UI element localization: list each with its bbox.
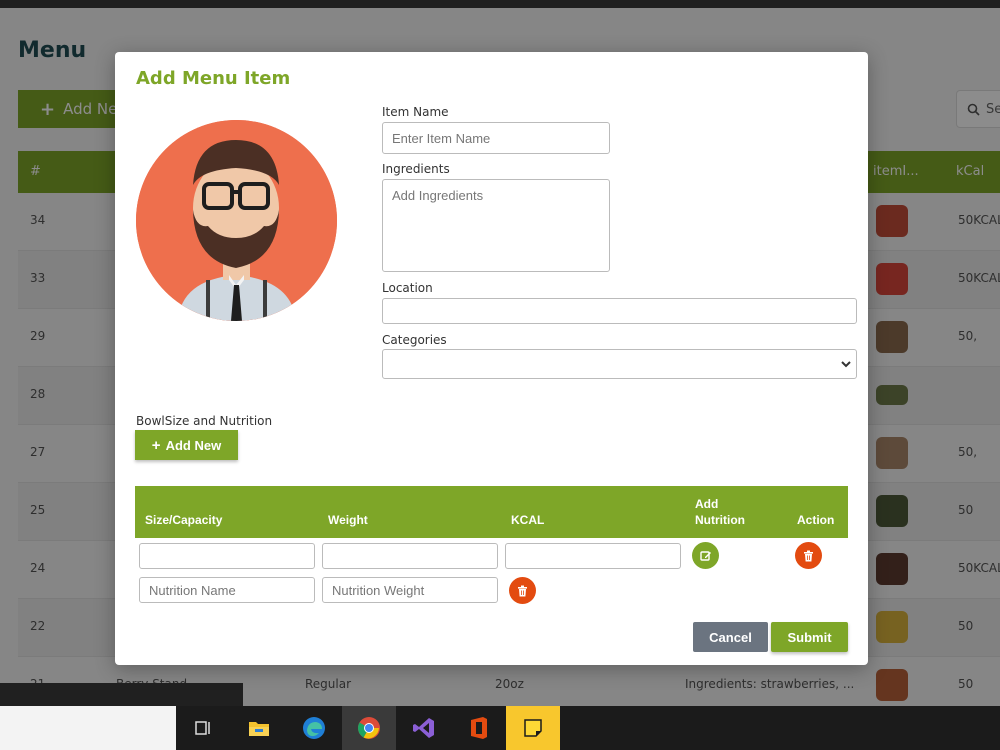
weight-input[interactable] (322, 543, 498, 569)
modal-title: Add Menu Item (136, 68, 291, 89)
nutrition-weight-input[interactable] (322, 577, 498, 603)
categories-label: Categories (382, 333, 447, 347)
file-explorer-icon[interactable] (232, 706, 286, 750)
add-menu-item-modal: Add Menu Item Item Name Ingredients Loca… (115, 52, 868, 665)
location-label: Location (382, 281, 433, 295)
chevron-down-icon (841, 361, 851, 368)
trash-icon (804, 550, 813, 561)
size-capacity-header: Size/Capacity (145, 513, 223, 527)
nutrition-name-input[interactable] (139, 577, 315, 603)
trash-icon (518, 585, 527, 596)
download-bar (0, 683, 243, 706)
plus-icon: + (151, 436, 161, 454)
ingredients-label: Ingredients (382, 162, 450, 176)
add-bowl-size-label: Add New (165, 437, 222, 453)
weight-header: Weight (328, 513, 368, 527)
office-icon[interactable] (452, 706, 506, 750)
cancel-button[interactable]: Cancel (693, 622, 768, 652)
bowl-size-section-label: BowlSize and Nutrition (136, 414, 273, 428)
add-nutrition-button[interactable] (692, 542, 719, 569)
add-bowl-size-button[interactable]: + Add New (135, 430, 238, 460)
taskbar (176, 706, 1000, 750)
submit-button[interactable]: Submit (771, 622, 848, 652)
edit-icon (699, 550, 711, 561)
action-header: Action (797, 513, 835, 527)
avatar-image[interactable] (136, 120, 337, 321)
delete-nutrition-button[interactable] (509, 577, 536, 604)
kcal-header: KCAL (511, 513, 545, 527)
kcal-input[interactable] (505, 543, 681, 569)
location-input[interactable] (382, 298, 857, 324)
item-name-input[interactable] (382, 122, 610, 154)
ingredients-textarea[interactable] (382, 179, 610, 272)
item-name-label: Item Name (382, 105, 449, 119)
taskbar-search-area[interactable] (0, 706, 176, 750)
visual-studio-icon[interactable] (397, 706, 451, 750)
avatar-illustration (136, 120, 337, 321)
categories-select[interactable] (382, 349, 857, 379)
task-view-icon[interactable] (176, 706, 230, 750)
edge-icon[interactable] (287, 706, 341, 750)
bowl-size-table-header: Size/Capacity Weight KCAL Add Nutrition … (135, 486, 848, 538)
sticky-notes-icon[interactable] (506, 706, 560, 750)
add-nutrition-header-line2: Nutrition (695, 513, 745, 527)
size-capacity-input[interactable] (139, 543, 315, 569)
chrome-icon[interactable] (342, 706, 396, 750)
delete-bowl-size-button[interactable] (795, 542, 822, 569)
add-nutrition-header-line1: Add (695, 497, 719, 511)
